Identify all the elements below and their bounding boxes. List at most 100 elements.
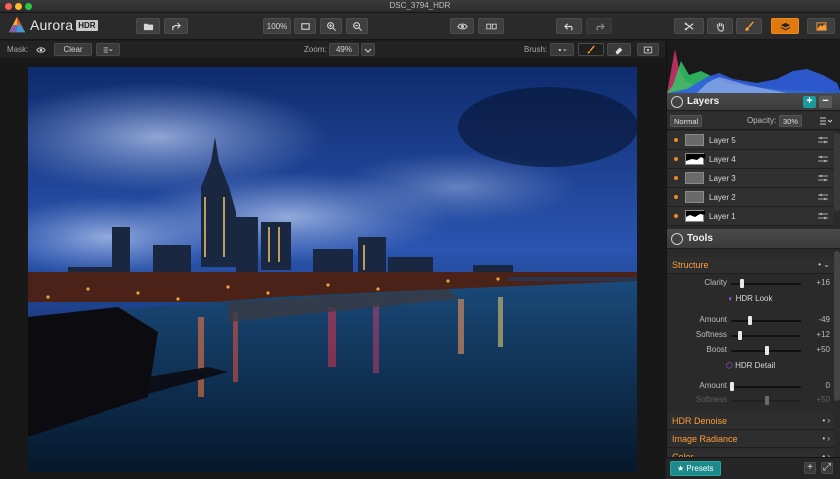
eraser-button[interactable] — [607, 43, 631, 56]
hdr-photo[interactable] — [28, 67, 637, 472]
zoom-out-button[interactable] — [346, 18, 368, 34]
title-bar: DSC_3794_HDR — [0, 0, 840, 13]
slider-knob[interactable] — [748, 316, 752, 325]
hdr-detail-label: HDR Detail — [735, 361, 776, 370]
zoom-in-icon — [326, 21, 336, 31]
brush-icon — [744, 20, 754, 31]
hdr-detail-amount-slider[interactable]: Amount 0 — [667, 379, 834, 394]
mask-label: Mask: — [7, 45, 29, 54]
softness-label: Softness — [695, 330, 727, 339]
layer-settings-icon[interactable] — [818, 212, 828, 220]
slider-knob[interactable] — [765, 346, 769, 355]
expand-panel-button[interactable]: ⤢ — [821, 462, 833, 474]
slider-knob[interactable] — [730, 382, 734, 391]
layer-row[interactable]: Layer 1 — [667, 207, 834, 226]
opacity-label: Opacity: — [747, 116, 777, 125]
star-icon: ★ — [677, 464, 685, 473]
section-menu-icon[interactable]: • › — [822, 434, 830, 443]
layers-header[interactable]: Layers + − — [667, 93, 840, 111]
section-menu-icon[interactable]: • ⌄ — [818, 260, 830, 269]
add-preset-button[interactable]: + — [804, 462, 816, 474]
histogram-button[interactable] — [807, 18, 835, 34]
opacity-select[interactable]: 30% — [779, 115, 803, 127]
layer-row[interactable]: Layer 5 — [667, 131, 834, 150]
blend-mode-select[interactable]: Normal — [670, 115, 703, 127]
brush-size-select[interactable] — [550, 43, 574, 56]
brush-tool-button[interactable] — [736, 18, 762, 34]
paint-brush-button[interactable] — [578, 43, 604, 56]
hdr-detail-title[interactable]: ⬡ HDR Detail — [667, 361, 834, 375]
city-night-photo — [28, 67, 637, 472]
folder-icon — [143, 23, 153, 30]
layer-name: Layer 1 — [709, 212, 736, 221]
presets-button[interactable]: ★ Presets — [670, 461, 721, 476]
layer-settings-icon[interactable] — [818, 174, 828, 182]
zoom-label: Zoom: — [304, 45, 327, 54]
undo-button[interactable] — [556, 18, 582, 34]
zoom-dropdown-button[interactable] — [361, 43, 375, 56]
preview-button[interactable] — [450, 18, 474, 34]
clarity-label: Clarity — [704, 278, 727, 287]
menu-lines-icon — [103, 47, 113, 52]
image-radiance-section-header[interactable]: Image Radiance • › — [667, 431, 834, 448]
share-icon — [171, 21, 181, 30]
structure-title: Structure — [672, 260, 709, 270]
compare-button[interactable] — [478, 18, 504, 34]
layer-mask-thumbnail — [685, 210, 705, 222]
hdr-detail-softness-slider[interactable]: Softness +50 — [667, 393, 834, 408]
hand-tool-button[interactable] — [707, 18, 733, 34]
hdr-look-amount-slider[interactable]: Amount -49 — [667, 313, 834, 328]
layer-active-dot — [674, 176, 678, 180]
hdr-denoise-section-header[interactable]: HDR Denoise • › — [667, 413, 834, 430]
zoom-in-button[interactable] — [320, 18, 342, 34]
redo-button[interactable] — [586, 18, 612, 34]
hdr-look-title[interactable]: ◐ HDR Look — [667, 294, 834, 308]
app-badge: HDR — [76, 19, 98, 31]
mask-visibility-toggle[interactable] — [32, 43, 50, 56]
softness-label: Softness — [695, 395, 727, 404]
tools-header[interactable]: Tools — [667, 229, 840, 249]
app-logo: Aurora HDR — [8, 16, 98, 34]
image-canvas[interactable] — [0, 60, 665, 479]
layer-row[interactable]: Layer 4 — [667, 150, 834, 169]
crop-tools-button[interactable] — [674, 18, 704, 34]
clarity-slider[interactable]: Clarity +16 — [667, 276, 834, 291]
tools-scrollbar[interactable] — [834, 251, 840, 401]
hdr-look-softness-slider[interactable]: Softness +12 — [667, 328, 834, 343]
image-radiance-title: Image Radiance — [672, 434, 738, 444]
main-toolbar: Aurora HDR 100% — [0, 13, 840, 40]
slider-track[interactable] — [731, 386, 801, 388]
slider-knob[interactable] — [740, 279, 744, 288]
layer-settings-icon[interactable] — [818, 193, 828, 201]
hdr-look-boost-slider[interactable]: Boost +50 — [667, 343, 834, 358]
remove-layer-button[interactable]: − — [819, 96, 832, 108]
layer-name: Layer 5 — [709, 136, 736, 145]
layer-active-dot — [674, 138, 678, 142]
hand-icon — [716, 22, 724, 32]
brush-label: Brush: — [524, 45, 548, 54]
layers-scrollbar[interactable] — [834, 133, 840, 211]
tools-section-icon — [671, 233, 683, 245]
mask-view-button[interactable] — [637, 43, 659, 56]
layers-title: Layers — [687, 96, 720, 107]
add-layer-button[interactable]: + — [803, 96, 816, 108]
clear-mask-button[interactable]: Clear — [54, 43, 92, 56]
zoom-100-button[interactable]: 100% — [263, 18, 291, 34]
layer-row[interactable]: Layer 3 — [667, 169, 834, 188]
fit-screen-button[interactable] — [294, 18, 316, 34]
slider-track[interactable] — [731, 320, 801, 322]
layer-menu-icon[interactable] — [819, 116, 833, 126]
section-menu-icon[interactable]: • › — [822, 416, 830, 425]
slider-knob[interactable] — [738, 331, 742, 340]
open-button[interactable] — [136, 18, 160, 34]
layers-button[interactable] — [771, 18, 799, 34]
share-button[interactable] — [164, 18, 188, 34]
layer-settings-icon[interactable] — [818, 136, 828, 144]
layer-settings-icon[interactable] — [818, 155, 828, 163]
zoom-select[interactable]: 49% — [329, 43, 359, 56]
structure-section-header[interactable]: Structure • ⌄ — [667, 257, 834, 274]
crop-tools-icon — [684, 22, 693, 30]
slider-knob[interactable] — [765, 396, 769, 405]
mask-menu-button[interactable] — [96, 43, 120, 56]
layer-row[interactable]: Layer 2 — [667, 188, 834, 207]
